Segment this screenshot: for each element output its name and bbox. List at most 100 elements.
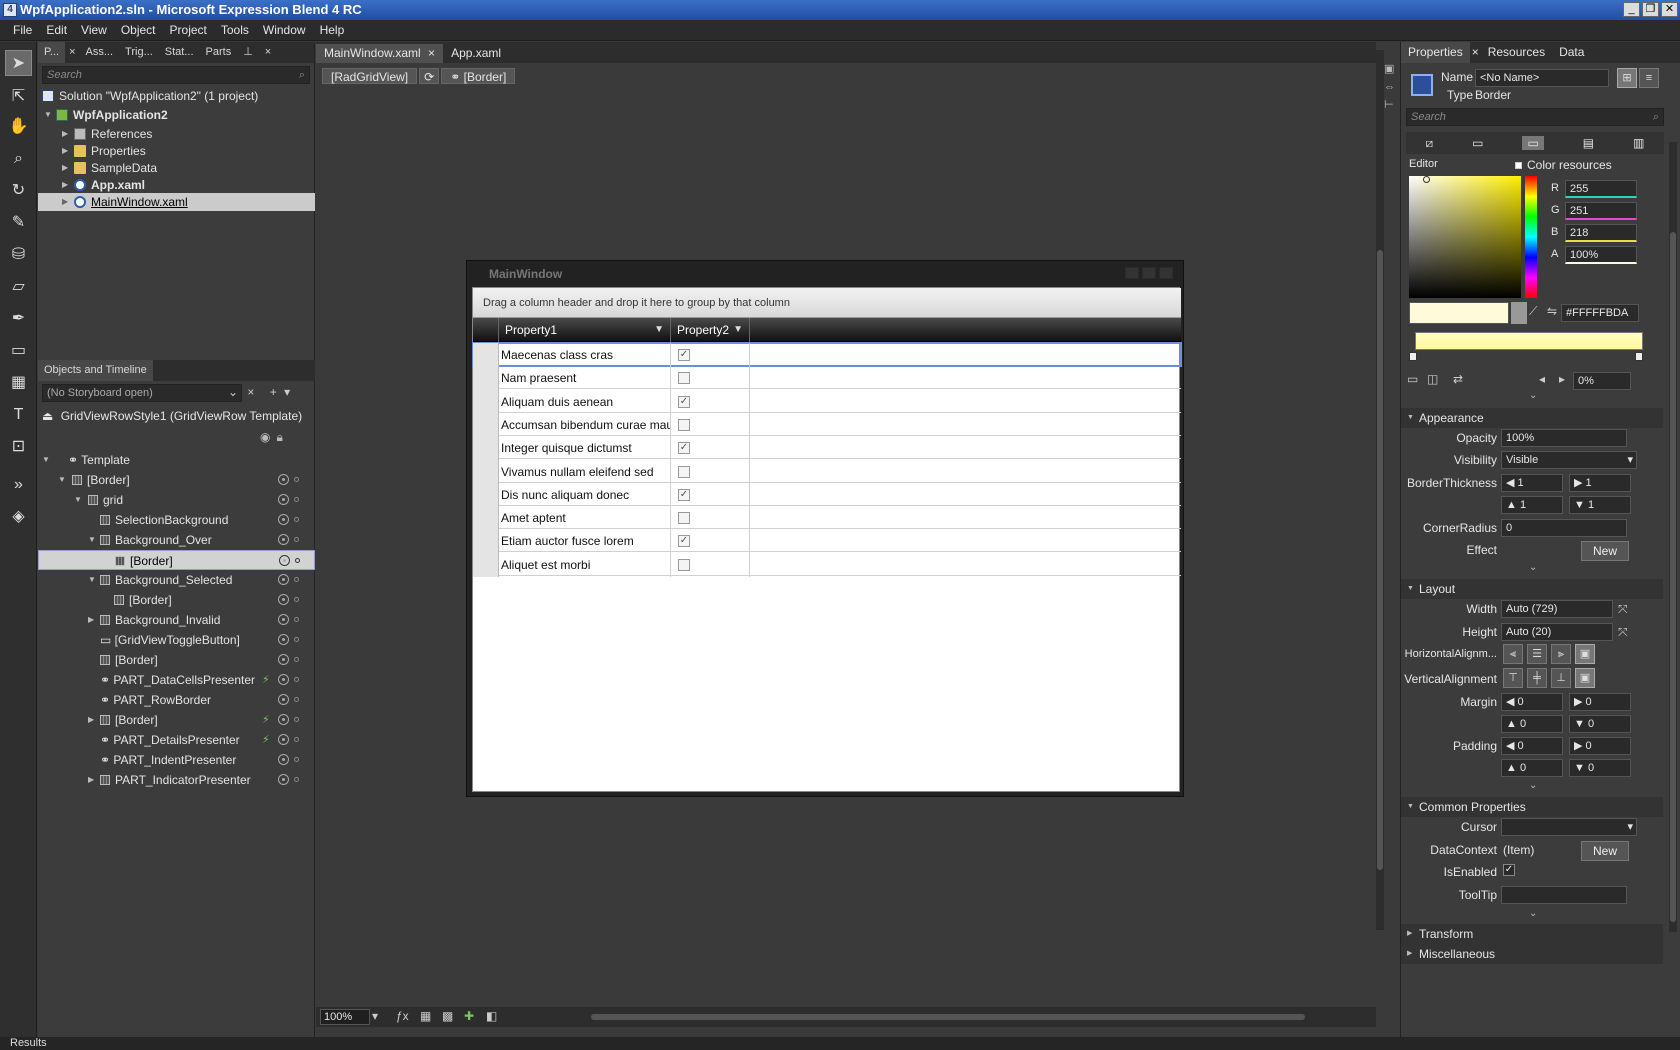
cell-property1[interactable]: Vivamus nullam eleifend sed <box>501 459 671 484</box>
properties-scrollbar[interactable] <box>1669 142 1677 932</box>
brush-transform-tool-icon[interactable]: ▱ <box>5 274 32 300</box>
cell-property2[interactable] <box>672 459 750 484</box>
property2-checkbox[interactable]: ✓ <box>678 488 690 501</box>
cell-property2[interactable]: ✓ <box>672 482 750 507</box>
cell-property1[interactable]: Nam praesent <box>501 366 671 391</box>
button-tool-icon[interactable]: ⊡ <box>5 434 32 460</box>
close-icon[interactable]: ✕ <box>1661 2 1678 17</box>
borderthickness-left[interactable]: ◀ 1 <box>1501 474 1563 492</box>
object-part-indentpresenter[interactable]: ⚭ PART_IndentPresenter <box>38 750 315 770</box>
tree-item-mainwindow-xaml[interactable]: ▶ MainWindow.xaml <box>38 193 315 211</box>
gradient-stop-left[interactable] <box>1409 352 1417 361</box>
selection-tool-icon[interactable]: ➤ <box>5 50 32 76</box>
borderthickness-bottom[interactable]: ▼ 1 <box>1569 496 1631 514</box>
minimize-icon[interactable]: _ <box>1623 2 1640 17</box>
status-bar[interactable]: Results <box>0 1037 1680 1050</box>
halign-right-icon[interactable]: ⫸ <box>1551 644 1571 664</box>
padding-top[interactable]: ▲ 0 <box>1501 759 1563 777</box>
object-border-selected[interactable]: [Border] <box>38 550 315 570</box>
table-row[interactable]: Vivamus nullam eleifend sed <box>473 459 1181 484</box>
eye-icon[interactable] <box>278 654 289 665</box>
eye-icon[interactable]: ◉ <box>260 430 270 444</box>
borderthickness-top[interactable]: ▲ 1 <box>1501 496 1563 514</box>
object-border[interactable]: ▶ [Border] ⚡ <box>38 710 315 730</box>
tab-triggers[interactable]: Trig... <box>119 42 159 63</box>
gradient-stop-right[interactable] <box>1635 352 1643 361</box>
menu-help[interactable]: Help <box>313 23 352 37</box>
menu-project[interactable]: Project <box>163 23 214 37</box>
project-search-input[interactable]: Search ⌕ <box>42 66 310 84</box>
object-grid[interactable]: ▼ grid <box>38 490 315 510</box>
expand-icon[interactable]: ▶ <box>62 176 68 194</box>
design-view-icon[interactable]: ▣ <box>1384 60 1395 78</box>
eye-icon[interactable] <box>278 594 289 605</box>
table-row[interactable]: Aliquet est morbi <box>473 552 1181 577</box>
lock-icon[interactable]: 🔒︎ <box>276 430 282 444</box>
split-view-icon[interactable]: ⇔ <box>1384 78 1395 96</box>
lock-toggle-icon[interactable] <box>294 657 299 662</box>
eye-icon[interactable] <box>278 634 289 645</box>
property2-checkbox[interactable]: ✓ <box>678 442 690 455</box>
collapse-icon[interactable]: ▼ <box>74 490 82 510</box>
grid-tool-icon[interactable]: ▦ <box>5 370 32 396</box>
reverse-gradient-icon[interactable]: ⇄ <box>1453 372 1463 386</box>
section-appearance[interactable]: Appearance <box>1401 408 1663 428</box>
table-row[interactable]: Nam praesent <box>473 366 1181 391</box>
tab-states[interactable]: Stat... <box>159 42 200 63</box>
object-background-selected[interactable]: ▼ Background_Selected <box>38 570 315 590</box>
tree-item-properties[interactable]: ▶ Properties <box>38 142 315 160</box>
tooltip-field[interactable] <box>1501 886 1627 904</box>
lock-toggle-icon[interactable] <box>294 597 299 602</box>
expand-icon[interactable]: ▶ <box>88 710 94 730</box>
lock-toggle-icon[interactable] <box>294 777 299 782</box>
property2-checkbox[interactable] <box>678 512 690 525</box>
cell-property1[interactable]: Accumsan bibendum curae mauris <box>501 412 671 437</box>
lock-toggle-icon[interactable] <box>294 677 299 682</box>
color-picker-field[interactable] <box>1409 176 1521 298</box>
artboard-window[interactable]: MainWindow Drag a column header and drop… <box>466 260 1184 797</box>
lock-toggle-icon[interactable] <box>294 737 299 742</box>
cell-property1[interactable]: Integer quisque dictumst <box>501 436 671 461</box>
eye-icon[interactable] <box>278 614 289 625</box>
eye-icon[interactable] <box>278 734 289 745</box>
cell-property1[interactable]: Dis nunc aliquam donec <box>501 482 671 507</box>
breadcrumb-radgridview[interactable]: [RadGridView] <box>322 68 418 84</box>
tree-item-app-xaml[interactable]: ▶ App.xaml <box>38 176 315 194</box>
filter-icon[interactable]: ▼ <box>733 318 743 342</box>
expand-icon[interactable]: ▶ <box>88 610 94 630</box>
template-scope[interactable]: ⏏ GridViewRowStyle1 (GridViewRow Templat… <box>42 409 302 423</box>
table-row[interactable]: Integer quisque dictumst ✓ <box>473 436 1181 461</box>
tab-close-icon[interactable]: × <box>1470 42 1481 63</box>
new-storyboard-icon[interactable]: + <box>270 385 277 399</box>
eye-icon[interactable] <box>279 555 290 566</box>
valign-center-icon[interactable]: ╪ <box>1527 668 1547 688</box>
gradient-offset-field[interactable]: 0% <box>1573 372 1631 390</box>
tree-item-solution[interactable]: Solution "WpfApplication2" (1 project) <box>38 87 315 105</box>
eye-icon[interactable] <box>278 694 289 705</box>
collapse-icon[interactable]: ▼ <box>88 570 96 590</box>
lock-toggle-icon[interactable] <box>294 617 299 622</box>
eyedropper-icon[interactable]: ⟋ <box>1529 304 1537 319</box>
brush-resource-icon[interactable]: ▥ <box>1633 136 1644 150</box>
margin-top[interactable]: ▲ 0 <box>1501 715 1563 733</box>
lock-toggle-icon[interactable] <box>294 757 299 762</box>
lock-toggle-icon[interactable] <box>294 497 299 502</box>
asset-tool-icon[interactable]: ◈ <box>5 504 32 530</box>
annotations-icon[interactable]: ◧ <box>486 1009 497 1023</box>
camera-orbit-tool-icon[interactable]: ↻ <box>5 178 32 204</box>
close-tab-icon[interactable]: × <box>428 46 435 60</box>
collapse-icon[interactable]: ▼ <box>58 470 66 490</box>
snap-lines-icon[interactable]: ✚ <box>464 1009 474 1023</box>
lock-toggle-icon[interactable] <box>294 717 299 722</box>
hex-field[interactable]: #FFFFFBDA <box>1561 304 1639 322</box>
grid-toggle-icon[interactable]: ▦ <box>420 1009 431 1023</box>
valign-top-icon[interactable]: ⊤ <box>1503 668 1523 688</box>
column-header-property1[interactable]: Property1 ▼ <box>500 318 671 342</box>
cell-property1[interactable]: Aliquam duis aenean <box>501 389 671 414</box>
horizontal-scrollbar[interactable] <box>591 1014 1305 1020</box>
datacontext-new-button[interactable]: New <box>1581 841 1629 861</box>
scroll-thumb[interactable] <box>1377 250 1383 870</box>
tab-resources[interactable]: Resources <box>1481 42 1552 63</box>
expand-icon[interactable]: ▶ <box>62 193 68 211</box>
text-tool-icon[interactable]: T <box>5 402 32 428</box>
